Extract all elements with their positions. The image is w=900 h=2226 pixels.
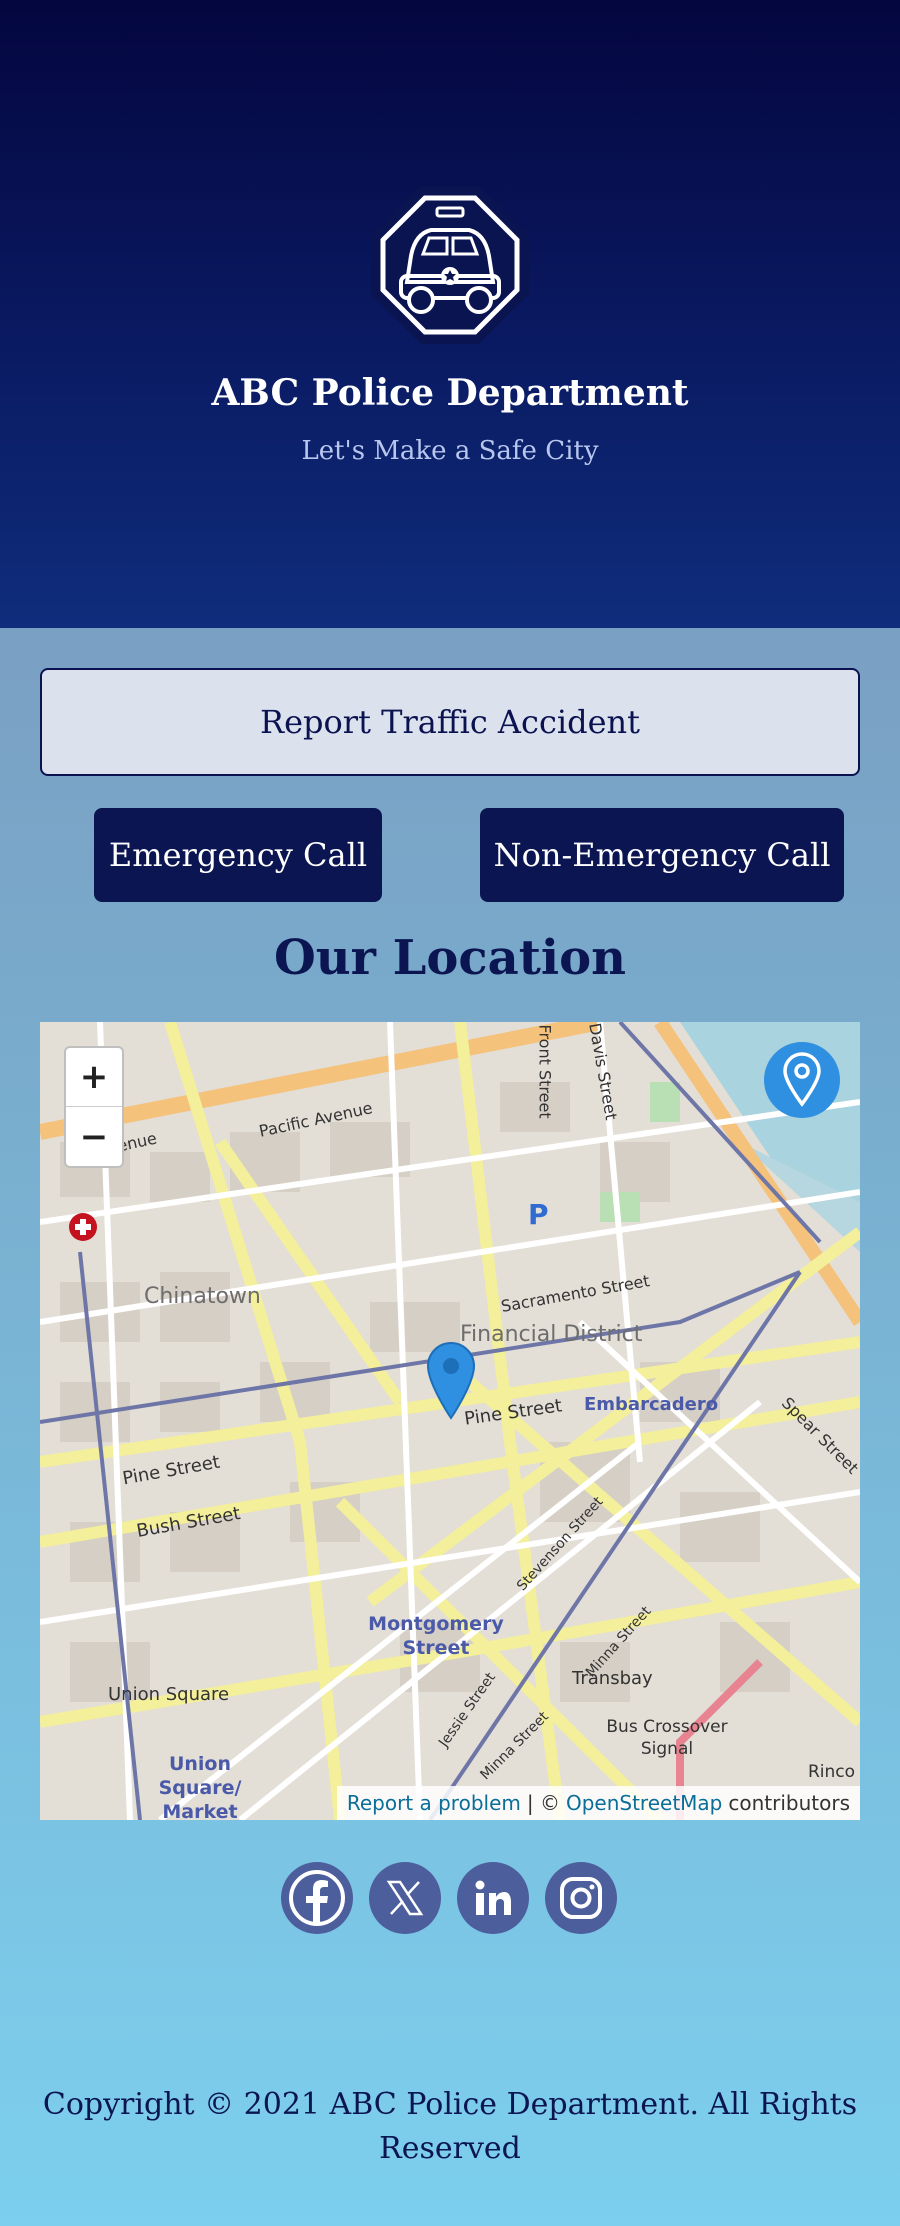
map-attribution: Report a problem | © OpenStreetMap contr… bbox=[336, 1786, 860, 1820]
openstreetmap-link[interactable]: OpenStreetMap bbox=[566, 1791, 722, 1815]
map-label-financial-district: Financial District bbox=[460, 1322, 643, 1347]
report-traffic-accident-button[interactable]: Report Traffic Accident bbox=[40, 668, 860, 776]
facebook-link[interactable] bbox=[281, 1862, 353, 1934]
hospital-icon bbox=[69, 1213, 97, 1241]
zoom-control: + − bbox=[64, 1046, 124, 1168]
copyright-text: Copyright © 2021 ABC Police Department. … bbox=[42, 2087, 858, 2166]
map-label-parking: P bbox=[528, 1198, 549, 1231]
facebook-icon bbox=[289, 1870, 345, 1926]
x-link[interactable] bbox=[369, 1862, 441, 1934]
zoom-in-button[interactable]: + bbox=[66, 1048, 122, 1107]
zoom-out-button[interactable]: − bbox=[66, 1107, 122, 1166]
map-label-union-square: Union Square bbox=[108, 1684, 230, 1705]
map-label-chinatown: Chinatown bbox=[144, 1284, 261, 1309]
attribution-separator: | © bbox=[526, 1791, 560, 1815]
map-pin-icon bbox=[783, 1052, 821, 1107]
map-label-montgomery-street: Montgomery Street bbox=[368, 1613, 504, 1659]
location-marker-icon[interactable] bbox=[426, 1340, 476, 1420]
map-label-bus-crossover: Bus Crossover Signal bbox=[606, 1717, 728, 1759]
map-label-front-street: Front Street bbox=[535, 1024, 555, 1119]
map-label-embarcadero: Embarcadero bbox=[584, 1394, 719, 1415]
hero-header: ABC Police Department Let's Make a Safe … bbox=[0, 0, 900, 628]
map-label-transbay: Transbay bbox=[572, 1668, 653, 1689]
report-problem-link[interactable]: Report a problem bbox=[347, 1791, 521, 1815]
map-label-rincon: Rinco bbox=[808, 1762, 856, 1782]
org-name: ABC Police Department bbox=[211, 372, 689, 414]
linkedin-icon bbox=[475, 1880, 511, 1915]
non-emergency-call-button[interactable]: Non-Emergency Call bbox=[480, 808, 844, 902]
locate-button[interactable] bbox=[764, 1042, 840, 1118]
map-label-union-square-market: Union Square/ Market bbox=[158, 1753, 242, 1820]
linkedin-link[interactable] bbox=[457, 1862, 529, 1934]
location-map[interactable]: Pacific Avenue c Avenue Front Street Dav… bbox=[40, 1022, 860, 1820]
emergency-call-button[interactable]: Emergency Call bbox=[94, 808, 382, 902]
instagram-link[interactable] bbox=[545, 1862, 617, 1934]
attribution-contributors: contributors bbox=[728, 1791, 850, 1815]
tagline: Let's Make a Safe City bbox=[301, 436, 599, 466]
location-title: Our Location bbox=[273, 930, 627, 986]
police-car-logo-icon bbox=[371, 186, 529, 344]
instagram-icon bbox=[560, 1877, 602, 1919]
x-icon bbox=[386, 1880, 424, 1916]
